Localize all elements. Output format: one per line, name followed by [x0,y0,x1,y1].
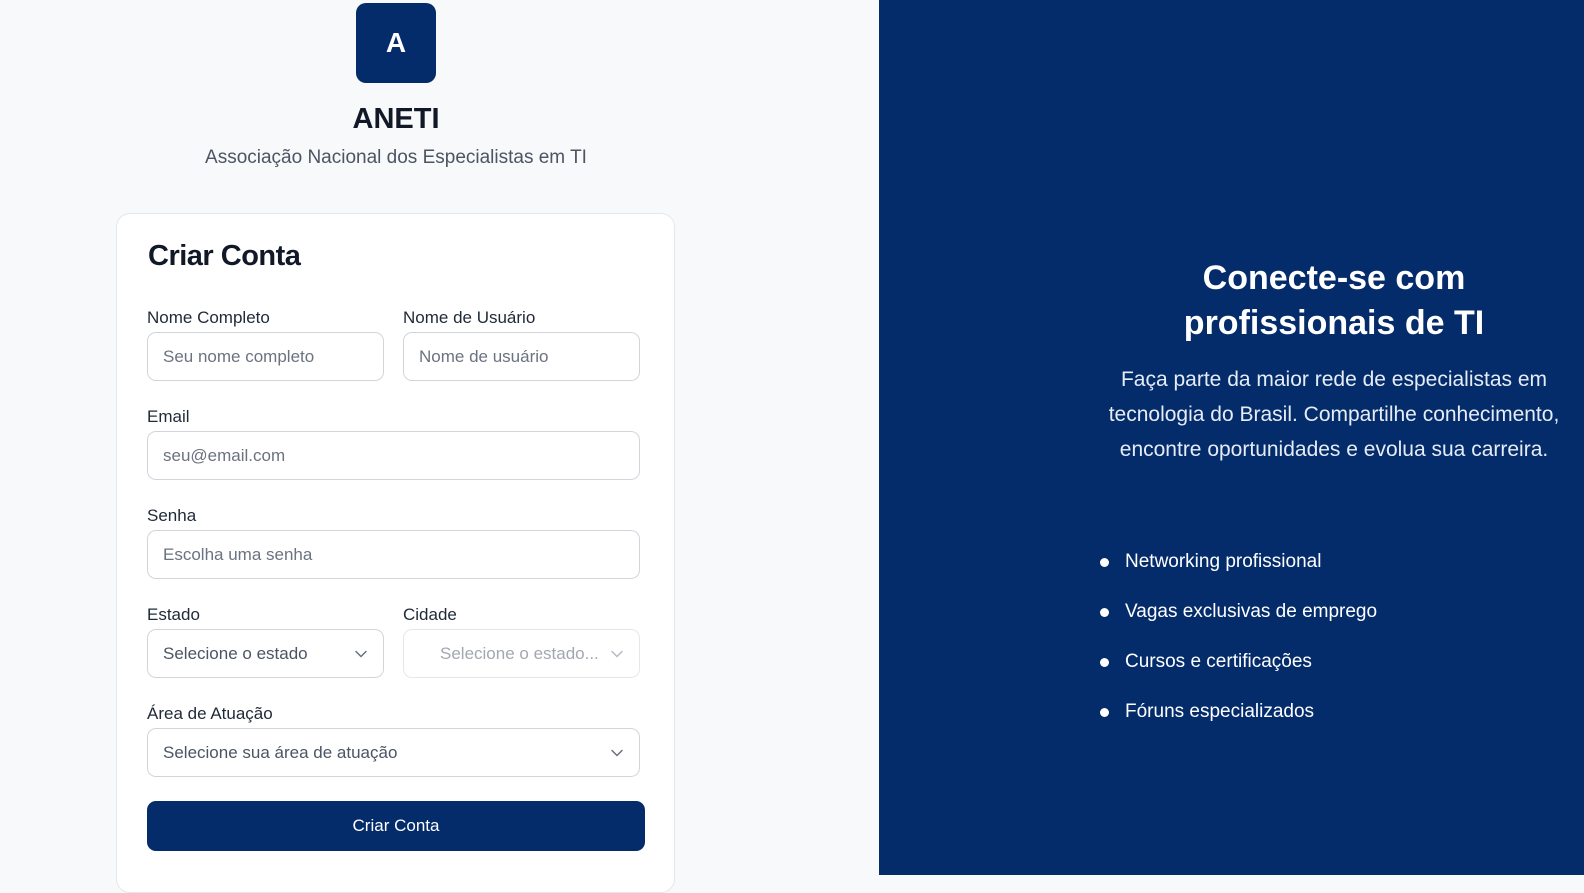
password-field [147,530,640,579]
state-select[interactable]: Selecione o estado [147,629,384,678]
area-select-value: Selecione sua área de atuação [163,742,398,762]
feature-item: Cursos e certificações [1100,637,1377,687]
feature-item: Vagas exclusivas de emprego [1100,587,1377,637]
feature-item: Fóruns especializados [1100,687,1377,737]
brand-name: ANETI [352,103,440,135]
create-account-button[interactable]: Criar Conta [147,801,645,851]
chevron-down-icon [610,746,624,760]
username-label: Nome de Usuário [403,308,536,327]
feature-list: Networking profissional Vagas exclusivas… [1100,537,1377,737]
feature-label: Networking profissional [1125,551,1322,572]
bullet-dot-icon [1100,557,1109,567]
logo-letter: A [385,27,407,58]
hero-panel: Conecte-se com profissionais de TI Faça … [879,0,1584,875]
state-label: Estado [147,605,200,624]
state-select-value: Selecione o estado [163,643,308,663]
email-field [147,431,640,480]
email-input[interactable] [163,445,624,466]
city-label: Cidade [403,605,457,624]
hero-title: Conecte-se com profissionais de TI [1183,259,1485,342]
full-name-field [147,332,384,381]
brand-subtitle: Associação Nacional dos Especialistas em… [205,147,587,168]
feature-item: Networking profissional [1100,537,1377,587]
bullet-dot-icon [1100,707,1109,717]
area-label: Área de Atuação [147,704,273,723]
username-input[interactable] [419,346,624,367]
feature-label: Fóruns especializados [1125,701,1315,722]
city-select[interactable]: Selecione o estado... [403,629,640,678]
signup-panel: A ANETI Associação Nacional dos Especial… [0,0,879,893]
chevron-down-icon [354,647,368,661]
username-field [403,332,640,381]
feature-label: Vagas exclusivas de emprego [1125,601,1378,622]
chevron-down-icon [610,647,624,661]
full-name-label: Nome Completo [147,308,270,327]
logo: A [356,3,436,83]
form-title: Criar Conta [148,240,301,272]
full-name-input[interactable] [163,346,368,367]
hero-description: Faça parte da maior rede de especialista… [1108,368,1560,461]
password-label: Senha [147,506,197,525]
city-select-value: Selecione o estado... [440,643,599,663]
bullet-dot-icon [1100,607,1109,617]
password-input[interactable] [163,544,624,565]
bullet-dot-icon [1100,657,1109,667]
email-label: Email [147,407,190,426]
signup-card: Criar Conta Nome Completo Nome de Usuári… [116,213,675,893]
feature-label: Cursos e certificações [1125,651,1312,672]
area-select[interactable]: Selecione sua área de atuação [147,728,640,777]
